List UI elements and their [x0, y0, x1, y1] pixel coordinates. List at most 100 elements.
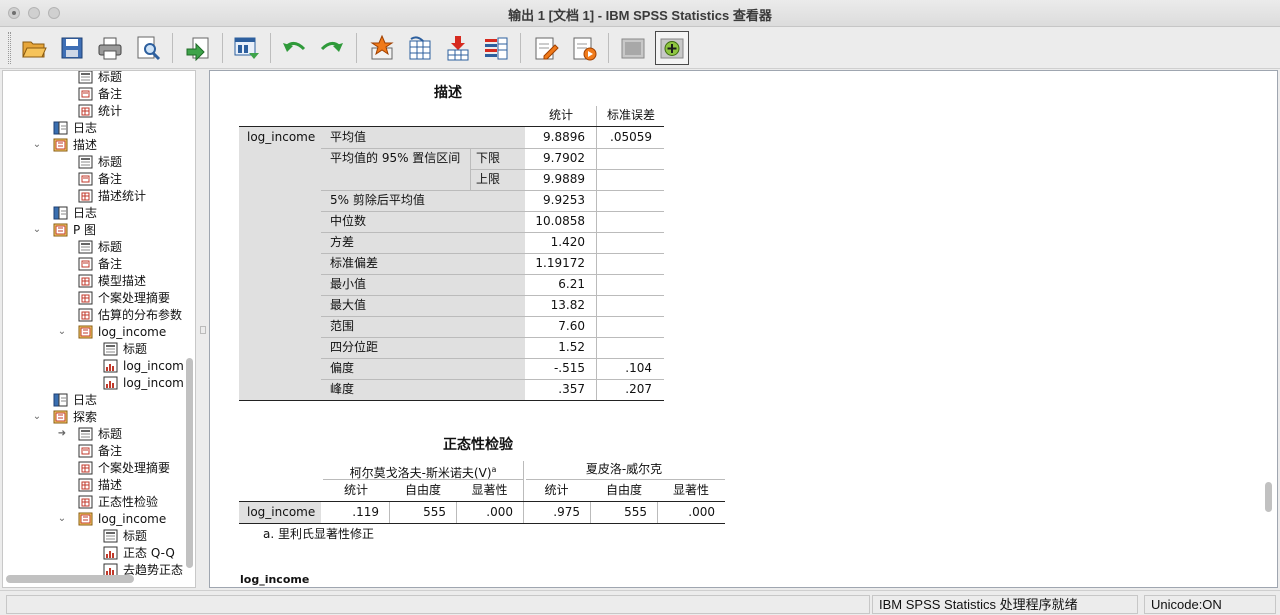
row-label: 方差 — [330, 235, 355, 249]
tree-item[interactable]: 日志 — [31, 391, 97, 408]
undo-button[interactable] — [277, 31, 311, 65]
tree-item[interactable]: ⌄ P 图 — [31, 221, 96, 238]
tree-item[interactable]: 正态性检验 — [56, 493, 158, 510]
row-rule — [321, 358, 664, 359]
stat-value: 1.52 — [558, 340, 585, 354]
variables-icon — [485, 37, 508, 60]
tree-item[interactable]: 日志 — [31, 119, 97, 136]
toolbar-separator — [356, 33, 357, 63]
tree-item[interactable]: 标题 — [56, 238, 122, 255]
normality-footnote: a. 里利氏显著性修正 — [263, 527, 374, 541]
tree-item[interactable]: log_incom — [81, 357, 184, 374]
tree-item[interactable]: 描述统计 — [56, 187, 146, 204]
table-bottom-rule — [239, 400, 664, 401]
normality-col-header: 自由度 — [404, 483, 441, 497]
tree-item[interactable]: 估算的分布参数 — [56, 306, 182, 323]
tree-item[interactable]: 日志 — [31, 204, 97, 221]
collapse-toggle-icon[interactable]: ⌄ — [31, 411, 43, 422]
status-bar: IBM SPSS Statistics 处理程序就绪 Unicode:ON — [0, 590, 1280, 615]
output-vertical-scrollbar[interactable] — [1265, 482, 1272, 512]
tree-item[interactable]: 正态 Q-Q — [81, 544, 175, 561]
tree-item-label: 备注 — [98, 87, 123, 101]
show-button[interactable] — [655, 31, 689, 65]
tree-item[interactable]: 统计 — [56, 102, 122, 119]
tree-item[interactable]: 标题 — [56, 71, 122, 85]
tree-item[interactable]: 描述 — [56, 476, 122, 493]
tree-item[interactable]: 模型描述 — [56, 272, 146, 289]
export-button[interactable] — [181, 31, 215, 65]
open-button[interactable] — [17, 31, 51, 65]
se-value — [598, 169, 652, 190]
tree-item[interactable]: ➜ 标题 — [56, 425, 122, 442]
title-item-icon — [78, 71, 93, 83]
tree-item[interactable]: 备注 — [56, 442, 122, 459]
outline-vertical-scrollbar[interactable] — [186, 75, 194, 570]
normality-col-header: 显著性 — [672, 483, 709, 497]
recall-dialog-button[interactable] — [229, 31, 263, 65]
tree-item[interactable]: ⌄ 探索 — [31, 408, 97, 425]
tree-item[interactable]: 个案处理摘要 — [56, 459, 170, 476]
outline-tree[interactable]: 标题 备注 统计 日志 ⌄ 描述 标题 备注 描述统计 日志 ⌄ P 图标题 备注 模型描述 个案处理摘要估… — [2, 70, 196, 588]
recall-dialog-icon — [234, 37, 259, 59]
redo-button[interactable] — [315, 31, 349, 65]
tree-item[interactable]: 备注 — [56, 170, 122, 187]
status-empty-panel — [6, 595, 870, 614]
tree-item[interactable]: 标题 — [81, 340, 147, 357]
tree-item-label: log_income — [98, 511, 167, 526]
splitter-grip[interactable] — [200, 326, 206, 334]
tree-item[interactable]: 个案处理摘要 — [56, 289, 170, 306]
stat-value: 9.9889 — [543, 172, 585, 186]
tree-item[interactable]: ⌄ log_income — [56, 323, 166, 340]
outline-scroll-thumb[interactable] — [186, 358, 193, 568]
ks-group-label: 柯尔莫戈洛夫-斯米诺夫(V) — [349, 466, 492, 480]
print-preview-button[interactable] — [131, 31, 165, 65]
tree-item-label: 描述 — [73, 138, 98, 152]
hide-button[interactable] — [616, 31, 650, 65]
edit-output-button[interactable] — [529, 31, 563, 65]
tree-item[interactable]: log_incom — [81, 374, 184, 391]
title-item-icon — [103, 342, 118, 355]
collapse-toggle-icon[interactable]: ⌄ — [56, 513, 68, 524]
output-content-pane[interactable]: 描述 统计 标准误差 log_income 平均值 9.8896 .05059 平均值… — [209, 70, 1278, 588]
tree-item-label: 标题 — [123, 342, 148, 356]
tree-item-label: 个案处理摘要 — [98, 461, 171, 475]
toolbar-grip[interactable] — [8, 32, 11, 64]
row-rule — [321, 253, 664, 254]
window-title: 输出 1 [文档 1] - IBM SPSS Statistics 查看器 — [508, 8, 772, 23]
variables-button[interactable] — [479, 31, 513, 65]
print-button[interactable] — [93, 31, 127, 65]
row-rule — [321, 379, 664, 380]
descriptives-variable: log_income — [247, 130, 316, 144]
goto-data-button[interactable] — [365, 31, 399, 65]
row-label: 中位数 — [330, 214, 367, 228]
tree-item[interactable]: 标题 — [56, 153, 122, 170]
row-rule — [321, 316, 664, 317]
normality-value: .000 — [688, 505, 715, 519]
toolbar — [0, 27, 1280, 69]
stat-value: 9.8896 — [543, 130, 585, 144]
show-icon — [660, 38, 684, 59]
log-item-icon — [53, 206, 68, 219]
tree-item-label: 标题 — [98, 155, 123, 169]
tree-item[interactable]: 备注 — [56, 85, 122, 102]
collapse-toggle-icon[interactable]: ⌄ — [56, 326, 68, 337]
tree-item-label: 探索 — [73, 410, 98, 424]
tree-item[interactable]: ⌄ log_income — [56, 510, 166, 527]
outline-horizontal-scrollbar[interactable] — [6, 575, 134, 583]
table-item-icon — [78, 274, 93, 287]
tree-item[interactable]: 备注 — [56, 255, 122, 272]
tree-item-label: 描述统计 — [98, 189, 147, 203]
save-button[interactable] — [55, 31, 89, 65]
stat-value: 1.420 — [550, 235, 585, 249]
tree-item-label: log_incom — [123, 358, 184, 373]
tree-item[interactable]: 标题 — [81, 527, 147, 544]
collapse-toggle-icon[interactable]: ⌄ — [31, 139, 43, 150]
insert-variable-button[interactable] — [441, 31, 475, 65]
pane-splitter[interactable] — [198, 70, 208, 588]
column-divider — [596, 127, 597, 400]
tree-item[interactable]: ⌄ 描述 — [31, 136, 97, 153]
goto-case-button[interactable] — [403, 31, 437, 65]
col-header-stat: 统计 — [548, 108, 573, 122]
script-button[interactable] — [567, 31, 601, 65]
collapse-toggle-icon[interactable]: ⌄ — [31, 224, 43, 235]
